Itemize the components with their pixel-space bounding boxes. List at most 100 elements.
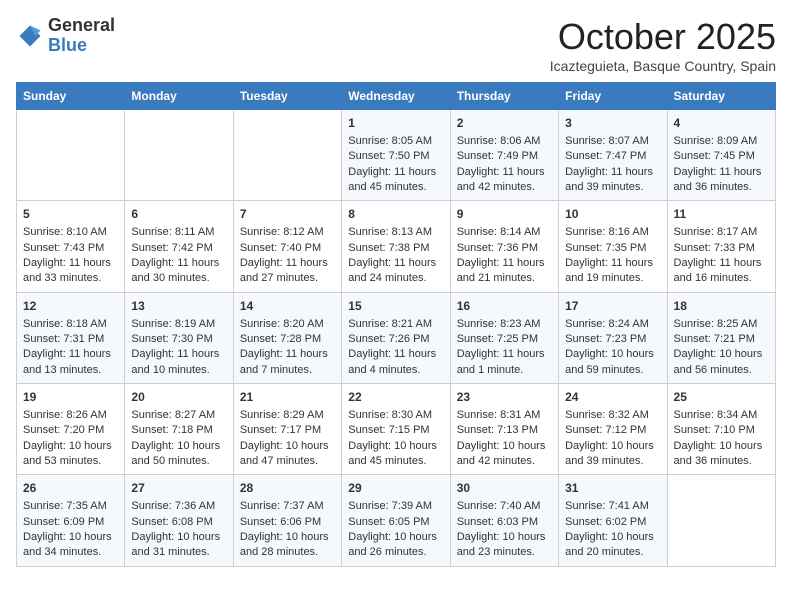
day-info-line: Sunset: 7:50 PM: [348, 149, 443, 164]
day-info-line: Sunrise: 7:37 AM: [240, 499, 335, 514]
day-cell-1: 1Sunrise: 8:05 AMSunset: 7:50 PMDaylight…: [342, 110, 450, 201]
day-cell-31: 31Sunrise: 7:41 AMSunset: 6:02 PMDayligh…: [559, 475, 667, 566]
day-info-line: Daylight: 11 hours and 33 minutes.: [23, 256, 118, 287]
day-info-line: Sunset: 7:12 PM: [565, 423, 660, 438]
day-info-line: Daylight: 10 hours and 23 minutes.: [457, 530, 552, 561]
day-number: 17: [565, 298, 660, 315]
day-cell-23: 23Sunrise: 8:31 AMSunset: 7:13 PMDayligh…: [450, 384, 558, 475]
day-cell-19: 19Sunrise: 8:26 AMSunset: 7:20 PMDayligh…: [17, 384, 125, 475]
day-number: 28: [240, 480, 335, 497]
weekday-header-friday: Friday: [559, 83, 667, 110]
day-info-line: Sunset: 6:02 PM: [565, 515, 660, 530]
day-info-line: Daylight: 11 hours and 21 minutes.: [457, 256, 552, 287]
day-info-line: Sunset: 7:43 PM: [23, 241, 118, 256]
day-info-line: Sunset: 7:13 PM: [457, 423, 552, 438]
day-number: 19: [23, 389, 118, 406]
day-info-line: Sunset: 7:28 PM: [240, 332, 335, 347]
day-info-line: Sunrise: 8:16 AM: [565, 225, 660, 240]
day-info-line: Sunrise: 8:29 AM: [240, 408, 335, 423]
day-info-line: Sunrise: 8:05 AM: [348, 134, 443, 149]
day-info-line: Sunset: 7:30 PM: [131, 332, 226, 347]
month-title: October 2025: [550, 16, 776, 58]
day-cell-12: 12Sunrise: 8:18 AMSunset: 7:31 PMDayligh…: [17, 292, 125, 383]
day-info-line: Daylight: 11 hours and 1 minute.: [457, 347, 552, 378]
day-cell-10: 10Sunrise: 8:16 AMSunset: 7:35 PMDayligh…: [559, 201, 667, 292]
day-info-line: Daylight: 10 hours and 28 minutes.: [240, 530, 335, 561]
day-info-line: Sunset: 7:40 PM: [240, 241, 335, 256]
day-info-line: Sunrise: 8:06 AM: [457, 134, 552, 149]
day-info-line: Daylight: 10 hours and 50 minutes.: [131, 439, 226, 470]
day-info-line: Sunset: 7:31 PM: [23, 332, 118, 347]
day-cell-5: 5Sunrise: 8:10 AMSunset: 7:43 PMDaylight…: [17, 201, 125, 292]
day-info-line: Sunset: 6:03 PM: [457, 515, 552, 530]
day-info-line: Sunrise: 7:40 AM: [457, 499, 552, 514]
day-info-line: Sunrise: 8:30 AM: [348, 408, 443, 423]
day-info-line: Sunset: 7:45 PM: [674, 149, 769, 164]
day-cell-21: 21Sunrise: 8:29 AMSunset: 7:17 PMDayligh…: [233, 384, 341, 475]
day-cell-24: 24Sunrise: 8:32 AMSunset: 7:12 PMDayligh…: [559, 384, 667, 475]
week-row-5: 26Sunrise: 7:35 AMSunset: 6:09 PMDayligh…: [17, 475, 776, 566]
day-cell-8: 8Sunrise: 8:13 AMSunset: 7:38 PMDaylight…: [342, 201, 450, 292]
day-number: 25: [674, 389, 769, 406]
day-info-line: Sunrise: 8:25 AM: [674, 317, 769, 332]
day-info-line: Sunset: 7:36 PM: [457, 241, 552, 256]
day-cell-30: 30Sunrise: 7:40 AMSunset: 6:03 PMDayligh…: [450, 475, 558, 566]
day-info-line: Sunrise: 8:17 AM: [674, 225, 769, 240]
day-info-line: Sunrise: 8:10 AM: [23, 225, 118, 240]
day-info-line: Daylight: 10 hours and 26 minutes.: [348, 530, 443, 561]
day-info-line: Sunrise: 8:32 AM: [565, 408, 660, 423]
day-info-line: Daylight: 11 hours and 39 minutes.: [565, 165, 660, 196]
weekday-header-wednesday: Wednesday: [342, 83, 450, 110]
logo-general-text: General: [48, 16, 115, 36]
day-info-line: Sunset: 6:09 PM: [23, 515, 118, 530]
day-info-line: Daylight: 11 hours and 30 minutes.: [131, 256, 226, 287]
weekday-header-sunday: Sunday: [17, 83, 125, 110]
day-number: 14: [240, 298, 335, 315]
empty-cell: [233, 110, 341, 201]
day-number: 12: [23, 298, 118, 315]
day-info-line: Daylight: 11 hours and 27 minutes.: [240, 256, 335, 287]
day-number: 1: [348, 115, 443, 132]
day-info-line: Daylight: 11 hours and 10 minutes.: [131, 347, 226, 378]
day-info-line: Sunrise: 8:12 AM: [240, 225, 335, 240]
day-info-line: Daylight: 10 hours and 36 minutes.: [674, 439, 769, 470]
week-row-3: 12Sunrise: 8:18 AMSunset: 7:31 PMDayligh…: [17, 292, 776, 383]
weekday-header-saturday: Saturday: [667, 83, 775, 110]
day-info-line: Sunset: 7:20 PM: [23, 423, 118, 438]
day-info-line: Sunrise: 8:23 AM: [457, 317, 552, 332]
day-info-line: Sunset: 7:42 PM: [131, 241, 226, 256]
day-number: 27: [131, 480, 226, 497]
day-cell-2: 2Sunrise: 8:06 AMSunset: 7:49 PMDaylight…: [450, 110, 558, 201]
title-block: October 2025 Icazteguieta, Basque Countr…: [550, 16, 776, 74]
day-info-line: Sunset: 7:47 PM: [565, 149, 660, 164]
day-number: 8: [348, 206, 443, 223]
day-number: 29: [348, 480, 443, 497]
day-info-line: Sunrise: 8:31 AM: [457, 408, 552, 423]
day-info-line: Sunset: 7:15 PM: [348, 423, 443, 438]
day-info-line: Daylight: 10 hours and 20 minutes.: [565, 530, 660, 561]
week-row-2: 5Sunrise: 8:10 AMSunset: 7:43 PMDaylight…: [17, 201, 776, 292]
day-info-line: Daylight: 10 hours and 31 minutes.: [131, 530, 226, 561]
day-info-line: Daylight: 11 hours and 36 minutes.: [674, 165, 769, 196]
empty-cell: [125, 110, 233, 201]
day-cell-22: 22Sunrise: 8:30 AMSunset: 7:15 PMDayligh…: [342, 384, 450, 475]
day-info-line: Sunrise: 8:13 AM: [348, 225, 443, 240]
day-cell-9: 9Sunrise: 8:14 AMSunset: 7:36 PMDaylight…: [450, 201, 558, 292]
day-cell-15: 15Sunrise: 8:21 AMSunset: 7:26 PMDayligh…: [342, 292, 450, 383]
day-info-line: Daylight: 10 hours and 34 minutes.: [23, 530, 118, 561]
day-number: 26: [23, 480, 118, 497]
day-number: 24: [565, 389, 660, 406]
empty-cell: [17, 110, 125, 201]
day-cell-26: 26Sunrise: 7:35 AMSunset: 6:09 PMDayligh…: [17, 475, 125, 566]
day-number: 18: [674, 298, 769, 315]
day-number: 16: [457, 298, 552, 315]
day-info-line: Daylight: 11 hours and 4 minutes.: [348, 347, 443, 378]
logo-icon: [16, 22, 44, 50]
day-number: 7: [240, 206, 335, 223]
day-info-line: Sunrise: 8:34 AM: [674, 408, 769, 423]
weekday-header-tuesday: Tuesday: [233, 83, 341, 110]
day-number: 23: [457, 389, 552, 406]
day-info-line: Sunrise: 8:11 AM: [131, 225, 226, 240]
calendar-table: SundayMondayTuesdayWednesdayThursdayFrid…: [16, 82, 776, 567]
week-row-1: 1 Sunrise: 8:05 AMSunset: 7:50 PM Daylight…: [17, 110, 776, 201]
